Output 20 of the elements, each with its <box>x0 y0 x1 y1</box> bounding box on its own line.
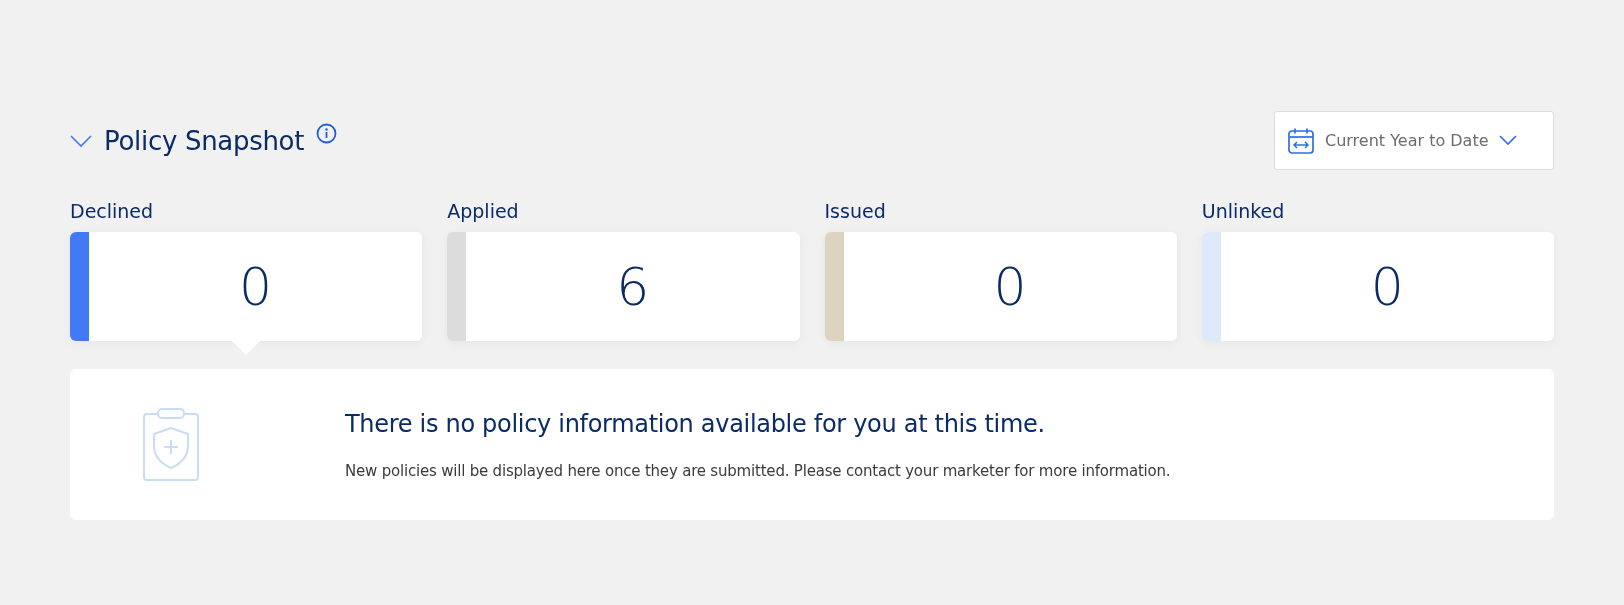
stat-card[interactable]: 6 <box>447 232 800 341</box>
card-label: Unlinked <box>1201 200 1286 222</box>
info-icon[interactable] <box>316 123 338 144</box>
calendar-icon <box>1287 126 1315 155</box>
date-range-dropdown[interactable]: Current Year to Date <box>1274 111 1554 170</box>
card-label: Issued <box>824 200 887 222</box>
card-label: Applied <box>447 200 520 222</box>
stat-card[interactable]: 0 <box>824 232 1177 341</box>
card-label: Declined <box>70 200 155 222</box>
section-title: Policy Snapshot <box>104 125 305 156</box>
caret-icon <box>1498 135 1517 146</box>
collapse-toggle[interactable] <box>70 133 92 148</box>
card-count: 0 <box>238 255 274 319</box>
clipboard-shield-icon <box>142 407 200 482</box>
card-count: 0 <box>1369 255 1405 319</box>
empty-state-heading: There is no policy information available for you at this time. <box>345 409 1046 438</box>
card-count: 0 <box>992 255 1028 319</box>
stat-card[interactable]: 0 <box>1201 232 1554 341</box>
empty-state-message: New policies will be displayed here once they are submitted. Please contact your marketer for more information. <box>345 461 1171 480</box>
card-count: 6 <box>615 255 651 319</box>
